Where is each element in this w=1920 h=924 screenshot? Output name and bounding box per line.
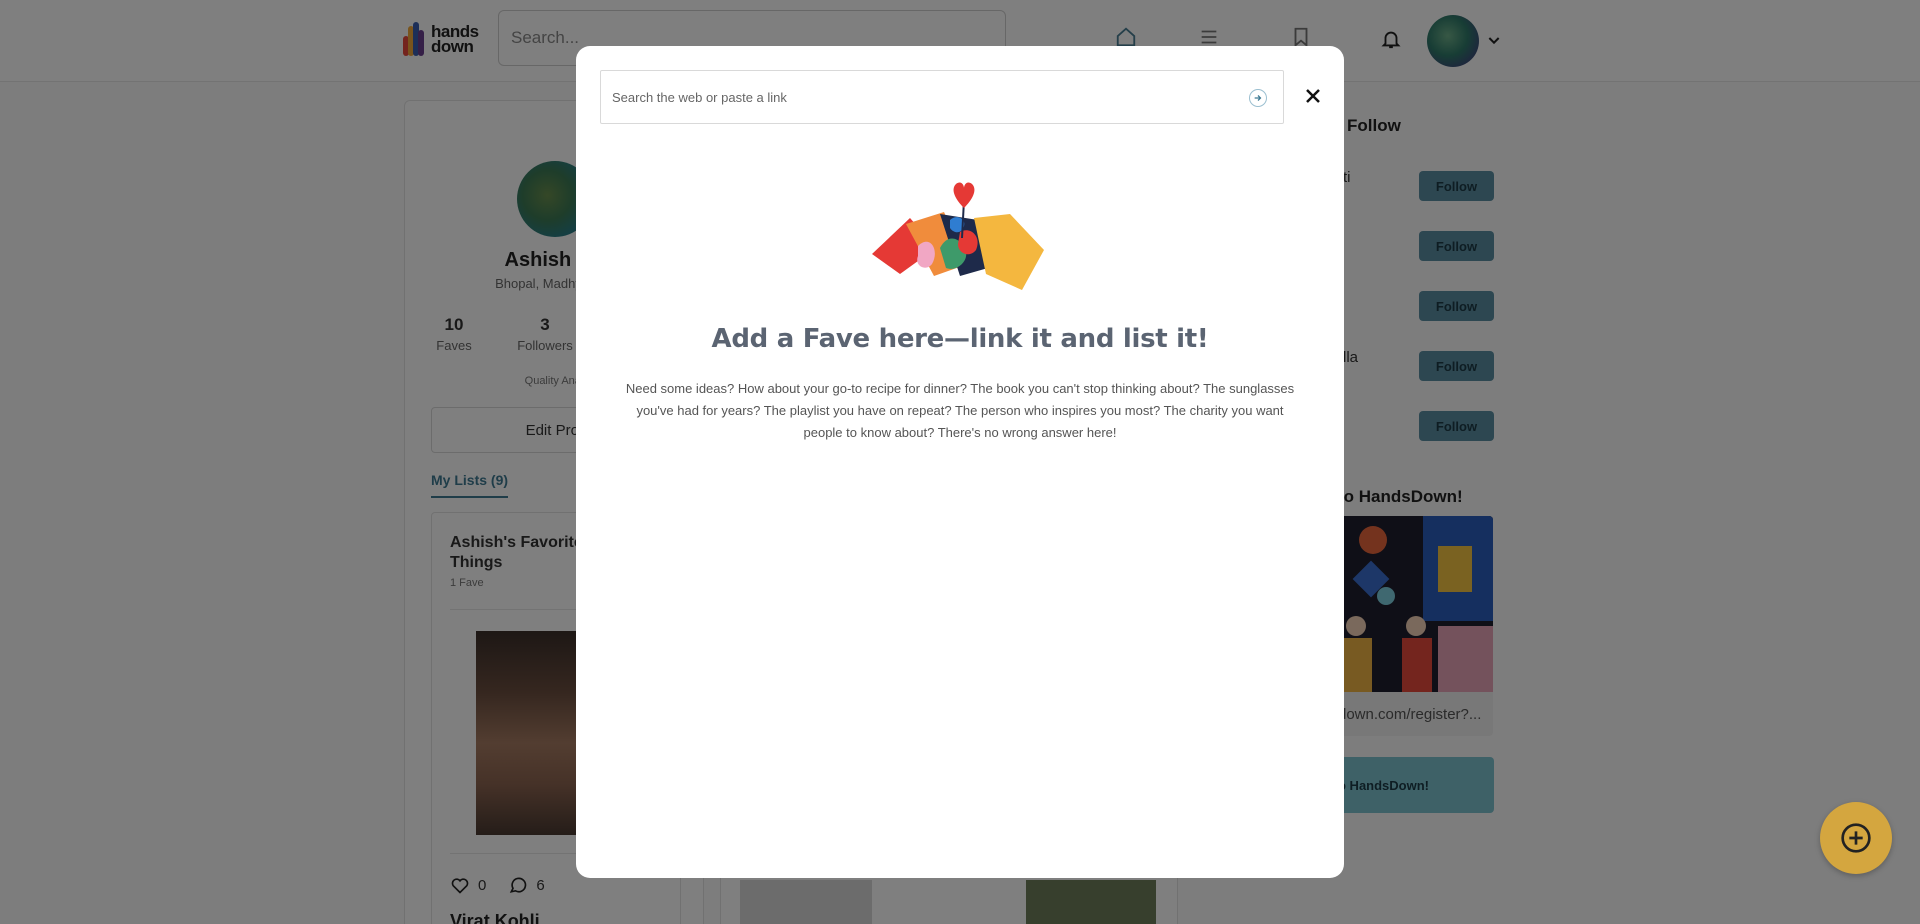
modal-description: Need some ideas? How about your go-to re… [625, 381, 1295, 440]
modal-title: Add a Fave here—link it and list it! [711, 324, 1209, 354]
add-fave-fab[interactable] [1820, 802, 1892, 874]
add-fave-modal: Add a Fave here—link it and list it! Nee… [576, 46, 1344, 878]
modal-search-box [600, 70, 1284, 124]
close-icon [1306, 89, 1320, 103]
close-button[interactable] [1301, 84, 1325, 108]
plus-circle-icon [1841, 823, 1871, 853]
map-heart-illustration [872, 182, 1044, 290]
search-go-button[interactable] [1249, 89, 1267, 107]
link-search-input[interactable] [612, 89, 1232, 105]
arrow-right-icon [1254, 95, 1262, 101]
